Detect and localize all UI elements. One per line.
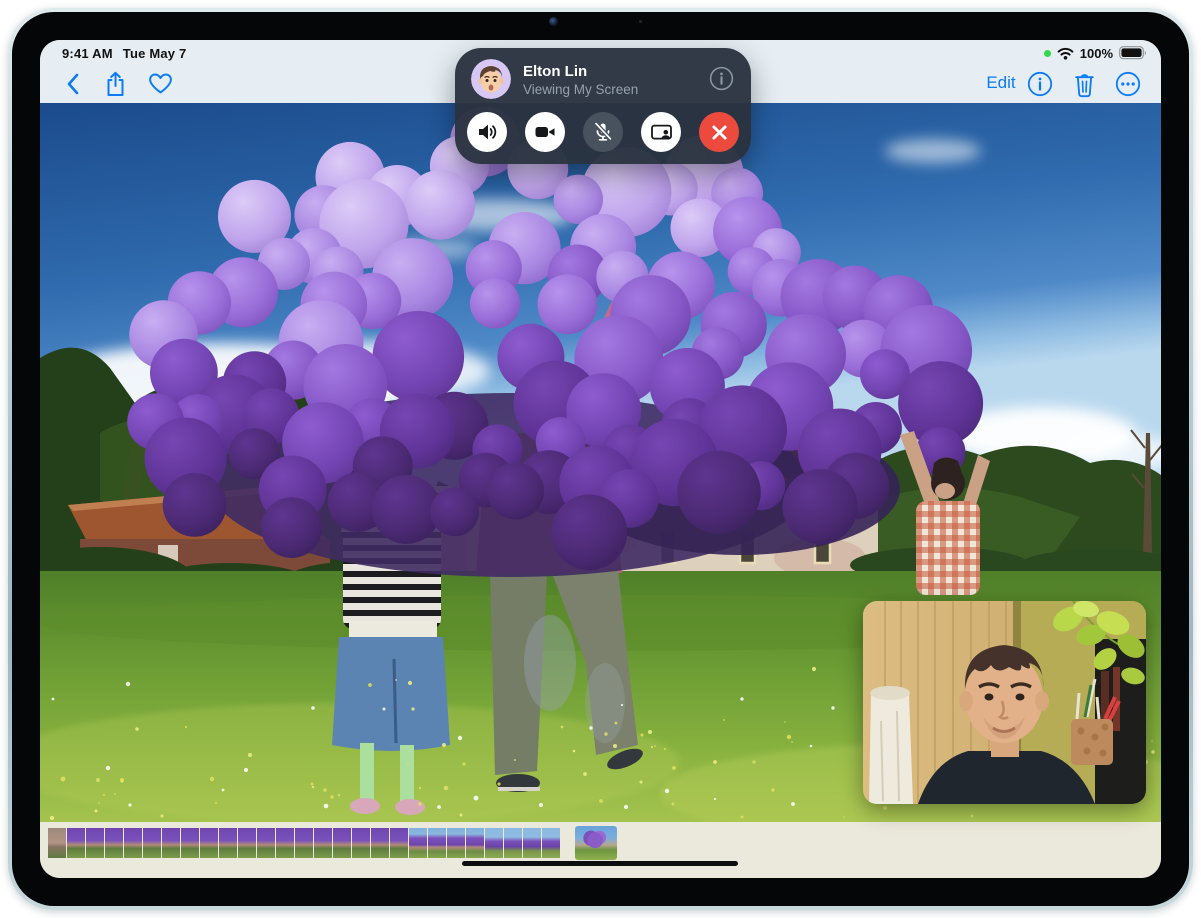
delete-button[interactable]: [1069, 70, 1099, 98]
filmstrip-thumbnail[interactable]: [162, 828, 180, 858]
caller-memoji-avatar: [471, 59, 511, 99]
facetime-self-view-pip[interactable]: [863, 601, 1146, 804]
filmstrip-thumbnail[interactable]: [105, 828, 123, 858]
filmstrip: [48, 828, 561, 858]
ipad-device-frame: Elton Lin Viewing My Screen: [8, 8, 1193, 910]
trash-icon: [1073, 71, 1096, 98]
facetime-call-banner: Elton Lin Viewing My Screen: [455, 48, 751, 164]
battery-percent: 100%: [1080, 46, 1113, 61]
filmstrip-thumbnail[interactable]: [238, 828, 256, 858]
filmstrip-thumbnail[interactable]: [86, 828, 104, 858]
favorite-button[interactable]: [145, 70, 175, 98]
filmstrip-thumbnail[interactable]: [447, 828, 465, 858]
filmstrip-thumbnail[interactable]: [219, 828, 237, 858]
call-status-text: Viewing My Screen: [523, 82, 638, 97]
screen: Elton Lin Viewing My Screen: [40, 40, 1161, 878]
speaker-icon: [476, 121, 498, 143]
status-date: Tue May 7: [123, 46, 187, 61]
status-time: 9:41 AM: [62, 46, 113, 61]
filmstrip-thumbnail[interactable]: [352, 828, 370, 858]
camera-button[interactable]: [525, 112, 565, 152]
call-controls: [455, 112, 751, 152]
share-button[interactable]: [100, 70, 130, 98]
front-camera: [549, 17, 558, 26]
mic-dot: [639, 20, 642, 23]
share-screen-button[interactable]: [641, 112, 681, 152]
ellipsis-circle-icon: [1115, 71, 1141, 97]
filmstrip-thumbnail[interactable]: [295, 828, 313, 858]
filmstrip-thumbnail[interactable]: [257, 828, 275, 858]
filmstrip-thumbnail[interactable]: [143, 828, 161, 858]
status-time-date: 9:41 AM Tue May 7: [62, 46, 186, 61]
speaker-button[interactable]: [467, 112, 507, 152]
call-info-button[interactable]: [707, 64, 735, 92]
chevron-left-icon: [66, 73, 79, 95]
filmstrip-thumbnail[interactable]: [181, 828, 199, 858]
mic-muted-icon: [592, 121, 614, 143]
info-icon: [709, 66, 734, 91]
caller-name: Elton Lin: [523, 63, 587, 80]
end-call-button[interactable]: [699, 112, 739, 152]
filmstrip-thumbnail[interactable]: [276, 828, 294, 858]
filmstrip-thumbnail[interactable]: [48, 828, 66, 858]
end-call-x-icon: [711, 124, 728, 141]
back-button[interactable]: [57, 70, 87, 98]
more-options-button[interactable]: [1113, 70, 1143, 98]
filmstrip-thumbnail[interactable]: [67, 828, 85, 858]
heart-icon: [148, 73, 173, 95]
mic-mute-button[interactable]: [583, 112, 623, 152]
filmstrip-thumbnail[interactable]: [333, 828, 351, 858]
info-circle-icon: [1027, 71, 1053, 97]
filmstrip-thumbnail[interactable]: [200, 828, 218, 858]
home-indicator[interactable]: [462, 861, 738, 866]
filmstrip-thumbnail[interactable]: [371, 828, 389, 858]
filmstrip-thumbnail[interactable]: [314, 828, 332, 858]
camera-in-use-dot: [1044, 50, 1051, 57]
filmstrip-selected-thumbnail[interactable]: [575, 826, 617, 860]
filmstrip-thumbnail[interactable]: [409, 828, 427, 858]
share-icon: [105, 71, 126, 98]
filmstrip-thumbnail[interactable]: [390, 828, 408, 858]
edit-button[interactable]: Edit: [978, 73, 1024, 93]
filmstrip-thumbnail[interactable]: [124, 828, 142, 858]
share-screen-icon: [650, 121, 673, 143]
video-camera-icon: [534, 121, 556, 143]
ipad-bezel: Elton Lin Viewing My Screen: [12, 12, 1189, 906]
filmstrip-thumbnail[interactable]: [504, 828, 522, 858]
photo-info-button[interactable]: [1025, 70, 1055, 98]
filmstrip-thumbnail[interactable]: [523, 828, 541, 858]
filmstrip-thumbnail[interactable]: [428, 828, 446, 858]
filmstrip-thumbnail[interactable]: [542, 828, 560, 858]
battery-icon: [1119, 46, 1147, 60]
page: Elton Lin Viewing My Screen: [0, 0, 1201, 918]
filmstrip-thumbnail[interactable]: [466, 828, 484, 858]
filmstrip-thumbnail[interactable]: [485, 828, 503, 858]
wifi-icon: [1057, 47, 1074, 60]
photo-bottom-band: [40, 822, 1161, 878]
